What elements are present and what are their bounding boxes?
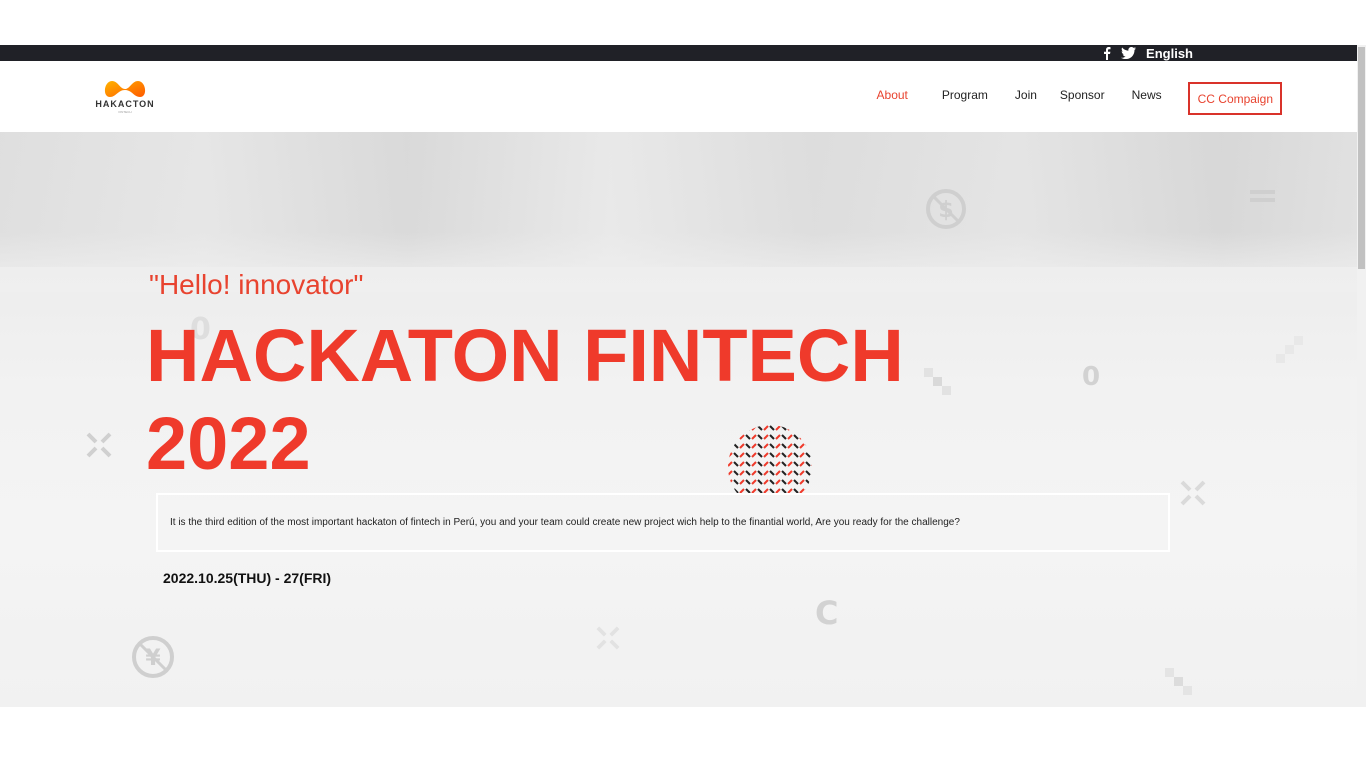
- pixel-steps-icon-right: [1276, 336, 1303, 363]
- scrollbar[interactable]: [1357, 45, 1366, 707]
- headline-line-1: HACKATON FINTECH: [146, 314, 904, 397]
- cross-icon-right: [1180, 480, 1206, 506]
- yen-coin-icon: ¥: [132, 636, 174, 678]
- description-box: It is the third edition of the most impo…: [156, 493, 1170, 552]
- hero-headline: HACKATON FINTECH 2022: [146, 312, 946, 488]
- cross-icon-bottom: [596, 626, 620, 650]
- cross-icon-left: [86, 432, 112, 458]
- language-selector[interactable]: English: [1146, 46, 1193, 62]
- logo-text: HAKACTON: [95, 99, 155, 109]
- main-nav: About Program Join Sponsor News CC Compa…: [877, 61, 1357, 132]
- hero-section: $ 0 0 C ¥: [0, 132, 1357, 707]
- dollar-coin-icon: $: [926, 189, 966, 229]
- c-glyph: C: [815, 594, 839, 632]
- hero-description: It is the third edition of the most impo…: [170, 517, 960, 528]
- nav-program[interactable]: Program: [942, 88, 988, 102]
- nav-sponsor[interactable]: Sponsor: [1060, 88, 1105, 102]
- headline-line-2: 2022: [146, 402, 311, 485]
- page: English HAKACTON FINTECH About Program J…: [0, 0, 1366, 768]
- nav-news[interactable]: News: [1132, 88, 1162, 102]
- hero-tagline: "Hello! innovator": [149, 269, 364, 300]
- logo[interactable]: HAKACTON FINTECH: [92, 77, 162, 117]
- pixel-steps-icon-bottom: [1165, 668, 1192, 695]
- twitter-icon[interactable]: [1121, 47, 1137, 59]
- zero-glyph-right: 0: [1082, 362, 1101, 392]
- logo-subtext: FINTECH: [118, 110, 132, 114]
- cc-campaign-button[interactable]: CC Compaign: [1187, 81, 1282, 115]
- event-date: 2022.10.25(THU) - 27(FRI): [163, 570, 332, 586]
- equals-icon: [1250, 190, 1275, 202]
- site-header: HAKACTON FINTECH About Program Join Spon…: [0, 61, 1357, 132]
- facebook-icon[interactable]: [1103, 46, 1111, 60]
- social-links: English: [1103, 45, 1357, 61]
- nav-about[interactable]: About: [877, 88, 908, 102]
- nav-join[interactable]: Join: [1015, 88, 1037, 102]
- scrollbar-thumb[interactable]: [1358, 47, 1365, 269]
- logo-mark-icon: [104, 81, 146, 97]
- top-bar: English: [0, 45, 1357, 61]
